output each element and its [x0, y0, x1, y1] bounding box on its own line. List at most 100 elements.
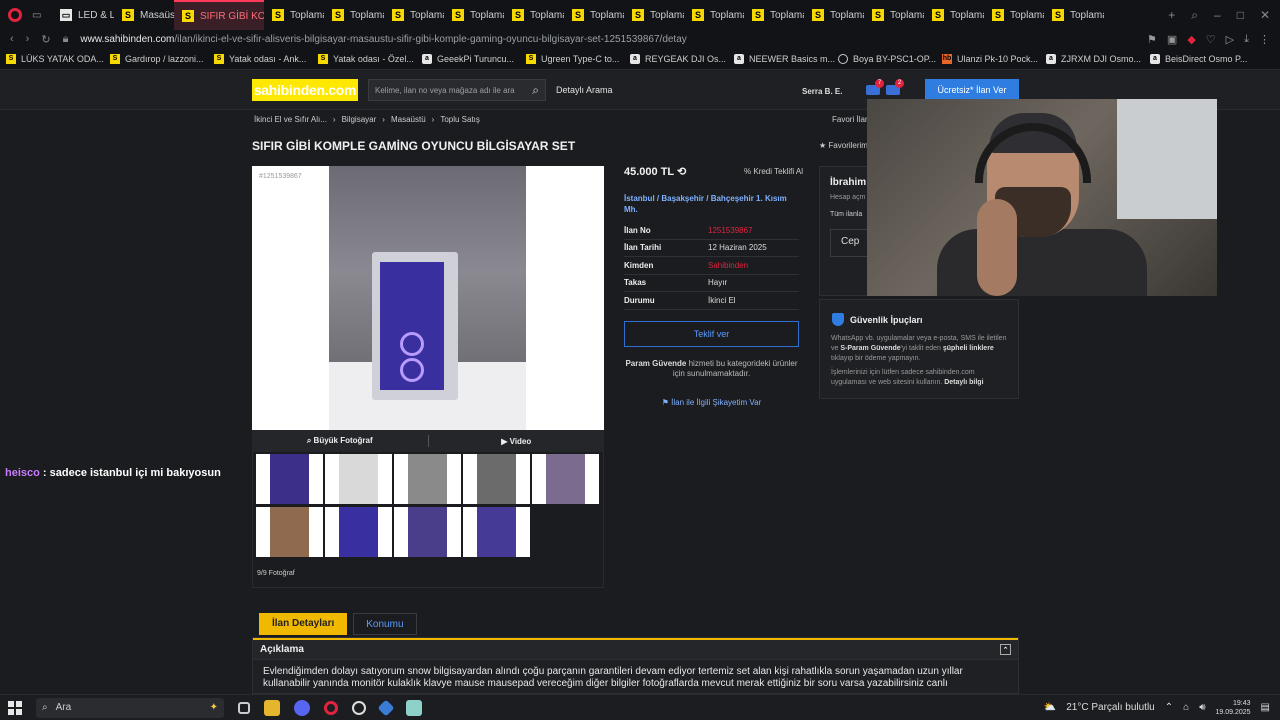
browser-tab[interactable]: S Toplama — [804, 0, 864, 30]
favorites-button[interactable]: ★ Favorilerim — [819, 141, 868, 150]
bookmark-icon[interactable]: ⚑ — [1147, 33, 1157, 46]
browser-tab[interactable]: S Toplama — [324, 0, 384, 30]
new-tab-icon[interactable]: + — [1168, 8, 1175, 23]
big-photo-button[interactable]: ⌕ Büyük Fotoğraf — [252, 436, 428, 446]
browser-tab[interactable]: S Toplama — [744, 0, 804, 30]
breadcrumb-item[interactable]: Masaüstü — [391, 115, 426, 124]
opera-taskbar-icon[interactable] — [324, 700, 338, 715]
seller-all-listings-link[interactable]: Tüm ilanla — [830, 211, 862, 218]
bookmark-item[interactable]: S Yatak odası - Özel... — [318, 53, 422, 64]
minimize-icon[interactable]: – — [1214, 8, 1221, 23]
search-input[interactable]: Kelime, ilan no veya mağaza adı ile ara … — [368, 79, 546, 101]
tray-chevron-icon[interactable]: ⌃ — [1165, 702, 1173, 713]
search-tabs-icon[interactable]: ⌕ — [1191, 8, 1198, 23]
credit-offer-link[interactable]: % Kredi Teklifi Al — [744, 167, 803, 176]
bookmark-item[interactable]: a NEEWER Basics m... — [734, 53, 838, 64]
location-link[interactable]: İstanbul / Başakşehir / Bahçeşehir 1. Kı… — [624, 193, 794, 215]
bookmark-item[interactable]: a ZJRXM DJI Osmo... — [1046, 53, 1150, 64]
notifications-icon[interactable]: 2 — [886, 79, 904, 95]
clock[interactable]: 19:43 19.09.2025 — [1216, 699, 1251, 717]
back-icon[interactable]: ‹ — [10, 33, 14, 45]
detailed-search-link[interactable]: Detaylı Arama — [556, 85, 613, 95]
bookmark-item[interactable]: a REYGEAK DJI Os... — [630, 53, 734, 64]
heart-icon[interactable]: ♡ — [1206, 33, 1216, 46]
download-icon[interactable]: ⤓ — [1244, 33, 1249, 46]
browser-tab[interactable]: S Toplama — [864, 0, 924, 30]
thumbnail[interactable] — [394, 454, 461, 504]
notepad-icon[interactable] — [406, 699, 422, 716]
bookmark-item[interactable]: a GeeekPi Turuncu... — [422, 53, 526, 64]
weather-text[interactable]: 21°C Parçalı bulutlu — [1066, 702, 1155, 713]
browser-tab[interactable]: S Toplama — [684, 0, 744, 30]
notifications-center-icon[interactable]: ▤ — [1261, 702, 1270, 713]
browser-tab[interactable]: S Toplama — [444, 0, 504, 30]
thumbnail[interactable] — [256, 507, 323, 557]
breadcrumb-item[interactable]: İkinci El ve Sıfır Alı... — [254, 115, 327, 124]
make-offer-button[interactable]: Teklif ver — [624, 321, 799, 347]
user-name[interactable]: Serra B. E. — [802, 87, 842, 96]
tab-location[interactable]: Konumu — [353, 613, 417, 635]
player-icon[interactable]: ▷ — [1226, 33, 1234, 46]
maximize-icon[interactable]: □ — [1237, 8, 1244, 23]
bookmark-item[interactable]: a BeisDirect Osmo P... — [1150, 53, 1254, 64]
report-listing-link[interactable]: ⚑ İlan ile İlgili Şikayetim Var — [624, 398, 799, 407]
tab-menu-icon[interactable]: ▭ — [32, 10, 41, 21]
bookmark-item[interactable]: S Gardırop / lazzoni... — [110, 53, 214, 64]
reload-icon[interactable]: ↻ — [41, 33, 50, 46]
collapse-icon[interactable]: ⌃ — [1000, 644, 1011, 655]
breadcrumb-item[interactable]: Bilgisayar — [342, 115, 377, 124]
post-ad-button[interactable]: Ücretsiz* İlan Ver — [925, 79, 1019, 101]
thumbnail[interactable] — [394, 507, 461, 557]
snapshot-icon[interactable]: ▣ — [1167, 33, 1177, 46]
main-photo-viewer[interactable]: #1251539867 — [252, 166, 604, 430]
browser-tab[interactable]: S SIFIR GİBİ KOMP — [174, 0, 264, 30]
browser-tab[interactable]: S Toplama — [504, 0, 564, 30]
start-icon[interactable] — [8, 700, 22, 715]
network-icon[interactable]: ⌂ — [1183, 702, 1189, 713]
browser-tab[interactable]: S Toplama — [264, 0, 324, 30]
browser-tab[interactable]: ▭ LED & L — [52, 0, 114, 30]
price-history-icon[interactable]: ⟲ — [677, 166, 686, 178]
seller-name[interactable]: İbrahim — [830, 177, 866, 188]
bookmark-item[interactable]: S Yatak odası - Ank... — [214, 53, 318, 64]
thumbnail[interactable] — [463, 507, 530, 557]
main-photo[interactable] — [329, 166, 526, 430]
taskbar-search[interactable]: ⌕ Ara ✦ — [36, 697, 224, 718]
bookmark-item[interactable]: Boya BY-PSC1-OP... — [838, 53, 942, 64]
tab-listing-details[interactable]: İlan Detayları — [259, 613, 348, 635]
close-window-icon[interactable]: ✕ — [1260, 8, 1270, 23]
browser-tab[interactable]: S Toplama — [384, 0, 444, 30]
breadcrumb-item[interactable]: Toplu Satış — [440, 115, 480, 124]
discord-icon[interactable] — [294, 699, 310, 716]
detailed-info-link[interactable]: Detaylı bilgi — [944, 379, 983, 386]
shield-icon[interactable]: ◆ — [1187, 33, 1195, 46]
browser-tab[interactable]: S Toplama — [984, 0, 1044, 30]
browser-tab[interactable]: S Masaüstü — [114, 0, 174, 30]
app-icon[interactable] — [377, 699, 395, 716]
bookmark-item[interactable]: hb Ulanzi Pk-10 Pock... — [942, 53, 1046, 64]
volume-icon[interactable]: 🔊︎ — [1199, 702, 1205, 713]
forward-icon[interactable]: › — [26, 33, 30, 45]
messages-icon[interactable]: 7 — [866, 79, 884, 95]
bookmark-item[interactable]: S LÜKS YATAK ODA... — [6, 53, 110, 64]
thumbnail[interactable] — [325, 454, 392, 504]
menu-icon[interactable]: ⋮ — [1259, 33, 1270, 46]
favorite-listings-link[interactable]: Favori İlanl — [832, 115, 871, 124]
thumbnail[interactable] — [463, 454, 530, 504]
browser-tab[interactable]: S Toplama — [624, 0, 684, 30]
video-button[interactable]: ▶ Video — [429, 437, 605, 446]
task-view-icon[interactable] — [238, 701, 250, 714]
bookmark-item[interactable]: S Ugreen Type-C to... — [526, 53, 630, 64]
thumbnail[interactable] — [532, 454, 599, 504]
browser-tab[interactable]: S Toplama — [1044, 0, 1104, 30]
obs-icon[interactable] — [352, 700, 366, 715]
browser-tab[interactable]: S Toplama — [564, 0, 624, 30]
url-field[interactable]: www.sahibinden.com/ilan/ikinci-el-ve-sif… — [80, 34, 686, 45]
thumbnail[interactable] — [256, 454, 323, 504]
file-explorer-icon[interactable] — [264, 699, 280, 716]
opera-logo-icon[interactable] — [8, 8, 22, 22]
site-logo[interactable]: sahibinden.com — [252, 79, 358, 101]
thumbnail[interactable] — [325, 507, 392, 557]
browser-tab[interactable]: S Toplama — [924, 0, 984, 30]
search-icon[interactable]: ⌕ — [532, 83, 539, 98]
